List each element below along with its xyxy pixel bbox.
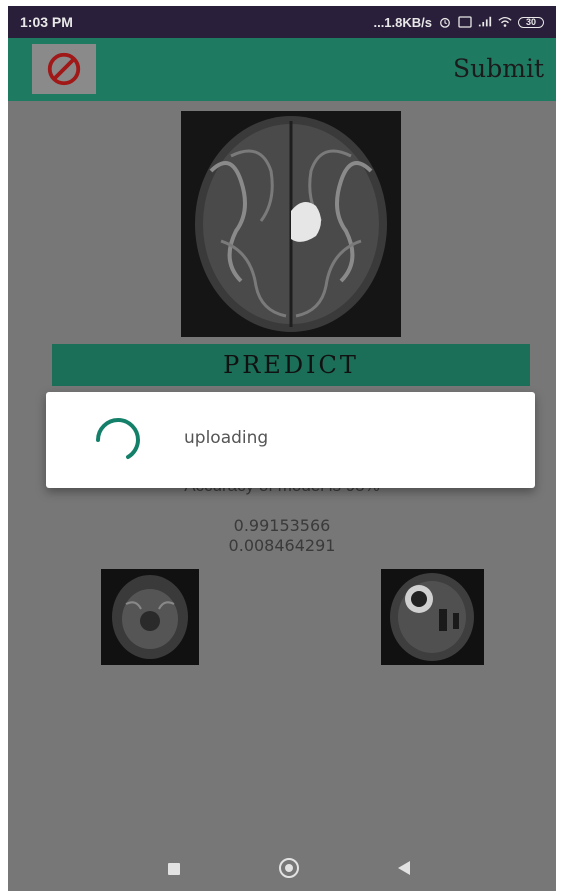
- prediction-value-2: 0.008464291: [228, 536, 336, 555]
- prohibited-icon: [47, 52, 81, 86]
- mri-scan-image: [181, 111, 401, 337]
- network-speed: ...1.8KB/s: [373, 14, 432, 30]
- volte-icon: [458, 16, 472, 28]
- sample-mri-normal-image: [101, 569, 199, 665]
- recent-apps-icon[interactable]: [168, 863, 180, 875]
- navigation-bar: [8, 851, 556, 891]
- cancel-button[interactable]: [32, 44, 96, 94]
- wifi-icon: [498, 16, 512, 27]
- home-icon-dot: [285, 864, 293, 872]
- upload-progress-dialog: uploading: [46, 392, 535, 488]
- loading-spinner-icon: [96, 418, 141, 459]
- battery-level: 30: [525, 17, 536, 27]
- phone-screen: 1:03 PM ...1.8KB/s 30 Submit PREDICT 0.9…: [8, 6, 556, 891]
- status-bar: 1:03 PM ...1.8KB/s 30: [8, 6, 556, 38]
- home-icon[interactable]: [279, 858, 299, 878]
- signal-icon: [478, 16, 492, 27]
- battery-icon: 30: [518, 16, 544, 28]
- alarm-icon: [440, 17, 450, 28]
- status-time: 1:03 PM: [20, 14, 73, 30]
- app-bar: Submit: [8, 38, 556, 101]
- back-icon[interactable]: [398, 861, 410, 875]
- sample-mri-tumor-image: [381, 569, 484, 665]
- dialog-message: uploading: [184, 428, 269, 448]
- status-icons: ...1.8KB/s 30: [373, 15, 544, 30]
- predict-button[interactable]: PREDICT: [52, 344, 530, 386]
- submit-button[interactable]: Submit: [453, 54, 544, 83]
- prediction-value-1: 0.99153566: [233, 516, 331, 535]
